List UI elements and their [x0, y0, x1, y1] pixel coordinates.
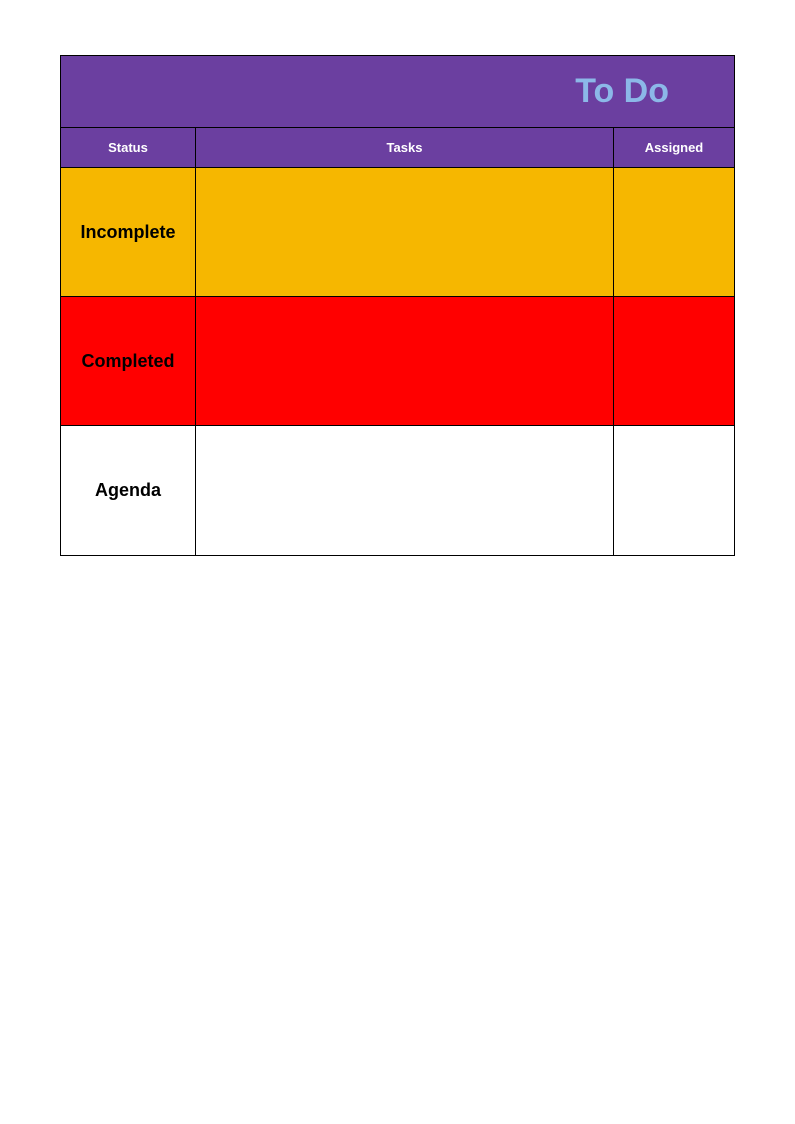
status-label: Incomplete	[76, 222, 179, 243]
assigned-cell	[614, 168, 734, 296]
status-cell: Agenda	[61, 426, 196, 555]
status-cell: Completed	[61, 297, 196, 425]
header-tasks: Tasks	[196, 128, 614, 167]
assigned-cell	[614, 426, 734, 555]
tasks-cell	[196, 168, 614, 296]
status-cell: Incomplete	[61, 168, 196, 296]
header-row: Status Tasks Assigned	[61, 128, 734, 168]
status-label: Completed	[77, 351, 178, 372]
assigned-cell	[614, 297, 734, 425]
header-assigned: Assigned	[614, 128, 734, 167]
header-status: Status	[61, 128, 196, 167]
table-title: To Do	[575, 72, 669, 111]
tasks-cell	[196, 297, 614, 425]
title-row: To Do	[61, 56, 734, 128]
tasks-cell	[196, 426, 614, 555]
table-row: Agenda	[61, 426, 734, 555]
status-label: Agenda	[91, 480, 165, 501]
table-row: Completed	[61, 297, 734, 426]
table-row: Incomplete	[61, 168, 734, 297]
todo-table: To Do Status Tasks Assigned Incomplete C…	[60, 55, 735, 556]
